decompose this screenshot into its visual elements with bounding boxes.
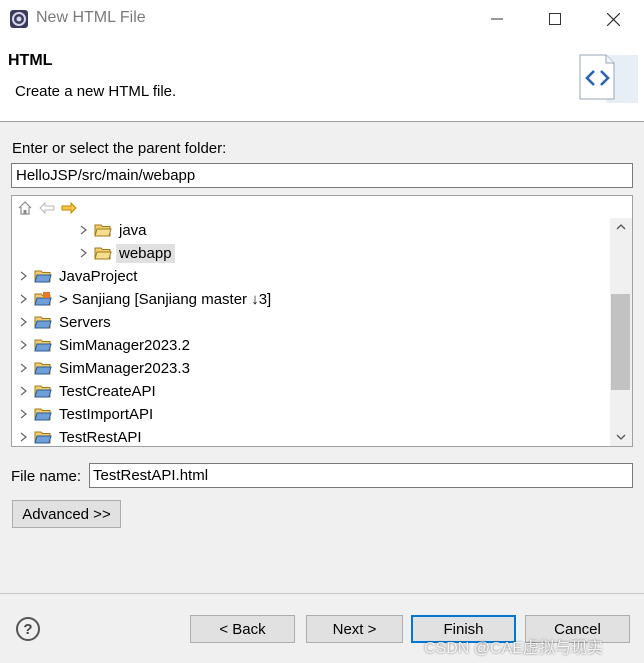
tree-item-label: java: [119, 221, 147, 239]
tree-item-java[interactable]: java: [76, 219, 150, 241]
back-arrow-icon[interactable]: [38, 199, 56, 217]
tree-item-servers[interactable]: Servers: [16, 311, 114, 333]
chevron-right-icon[interactable]: [16, 271, 30, 281]
tree-scrollbar[interactable]: [610, 218, 632, 446]
file-name-label: File name:: [11, 468, 82, 485]
home-icon[interactable]: [16, 199, 34, 217]
tree-item-simmanager2023-3[interactable]: SimManager2023.3: [16, 357, 193, 379]
header-banner: HTML Create a new HTML file.: [0, 38, 644, 122]
next-button[interactable]: Next >: [306, 615, 403, 643]
scroll-down-button[interactable]: [610, 428, 632, 446]
tree-item-label: TestRestAPI: [59, 428, 142, 446]
tree-item-label: SimManager2023.3: [59, 359, 190, 377]
chevron-right-icon[interactable]: [16, 432, 30, 442]
folder-tree[interactable]: java webapp JavaProject > Sanjiang [Sanj…: [11, 195, 633, 447]
project-folder-icon: [34, 385, 52, 398]
separator: [0, 593, 644, 594]
git-project-folder-icon: [34, 292, 52, 306]
advanced-button[interactable]: Advanced >>: [12, 500, 121, 528]
tree-item-simmanager2023-2[interactable]: SimManager2023.2: [16, 334, 193, 356]
tree-item-label: TestImportAPI: [59, 405, 154, 423]
scroll-thumb[interactable]: [611, 294, 630, 390]
back-button[interactable]: < Back: [190, 615, 295, 643]
tree-item-webapp[interactable]: webapp: [76, 242, 175, 264]
chevron-right-icon[interactable]: [16, 386, 30, 396]
chevron-right-icon[interactable]: [16, 409, 30, 419]
html-file-icon: [579, 54, 638, 103]
tree-item-testimportapi[interactable]: TestImportAPI: [16, 403, 156, 425]
project-folder-icon: [34, 270, 52, 283]
chevron-down-icon: [616, 434, 626, 440]
close-icon: [606, 12, 620, 26]
chevron-right-icon[interactable]: [76, 248, 90, 258]
chevron-right-icon[interactable]: [16, 363, 30, 373]
page-title: HTML: [8, 52, 53, 69]
scroll-up-button[interactable]: [610, 218, 632, 236]
tree-item-label: TestCreateAPI: [59, 382, 156, 400]
file-name-input[interactable]: [89, 463, 633, 488]
project-folder-icon: [34, 316, 52, 329]
help-icon: ?: [23, 620, 33, 638]
tree-toolbar: [16, 198, 78, 218]
forward-arrow-icon[interactable]: [60, 199, 78, 217]
window-title: New HTML File: [36, 9, 146, 26]
maximize-icon: [549, 13, 561, 25]
page-description: Create a new HTML file.: [15, 83, 177, 100]
help-button[interactable]: ?: [16, 617, 40, 641]
tree-item-sanjiang[interactable]: > Sanjiang [Sanjiang master ↓3]: [16, 288, 274, 310]
minimize-button[interactable]: [468, 0, 526, 38]
tree-item-label: > Sanjiang [Sanjiang master ↓3]: [59, 290, 272, 308]
project-folder-icon: [34, 431, 52, 444]
tree-item-javaproject[interactable]: JavaProject: [16, 265, 140, 287]
tree-item-label: JavaProject: [59, 267, 138, 285]
tree-item-label: SimManager2023.2: [59, 336, 190, 354]
tree-item-testrestapi[interactable]: TestRestAPI: [16, 426, 145, 446]
project-folder-icon: [34, 339, 52, 352]
title-bar: New HTML File: [0, 0, 644, 38]
open-folder-icon: [94, 224, 112, 237]
parent-folder-input[interactable]: [11, 163, 633, 188]
tree-item-testcreateapi[interactable]: TestCreateAPI: [16, 380, 159, 402]
chevron-right-icon[interactable]: [16, 340, 30, 350]
maximize-button[interactable]: [526, 0, 584, 38]
tree-item-label: Servers: [59, 313, 111, 331]
parent-folder-label: Enter or select the parent folder:: [12, 140, 227, 157]
chevron-up-icon: [616, 224, 626, 230]
chevron-right-icon[interactable]: [76, 225, 90, 235]
project-folder-icon: [34, 408, 52, 421]
close-button[interactable]: [584, 0, 642, 38]
chevron-right-icon[interactable]: [16, 317, 30, 327]
eclipse-app-icon: [10, 10, 28, 28]
open-folder-icon: [94, 247, 112, 260]
chevron-right-icon[interactable]: [16, 294, 30, 304]
tree-item-label: webapp: [116, 243, 175, 263]
watermark: CSDN @CAE虚拟与现实: [424, 640, 603, 657]
minimize-icon: [491, 18, 503, 20]
project-folder-icon: [34, 362, 52, 375]
